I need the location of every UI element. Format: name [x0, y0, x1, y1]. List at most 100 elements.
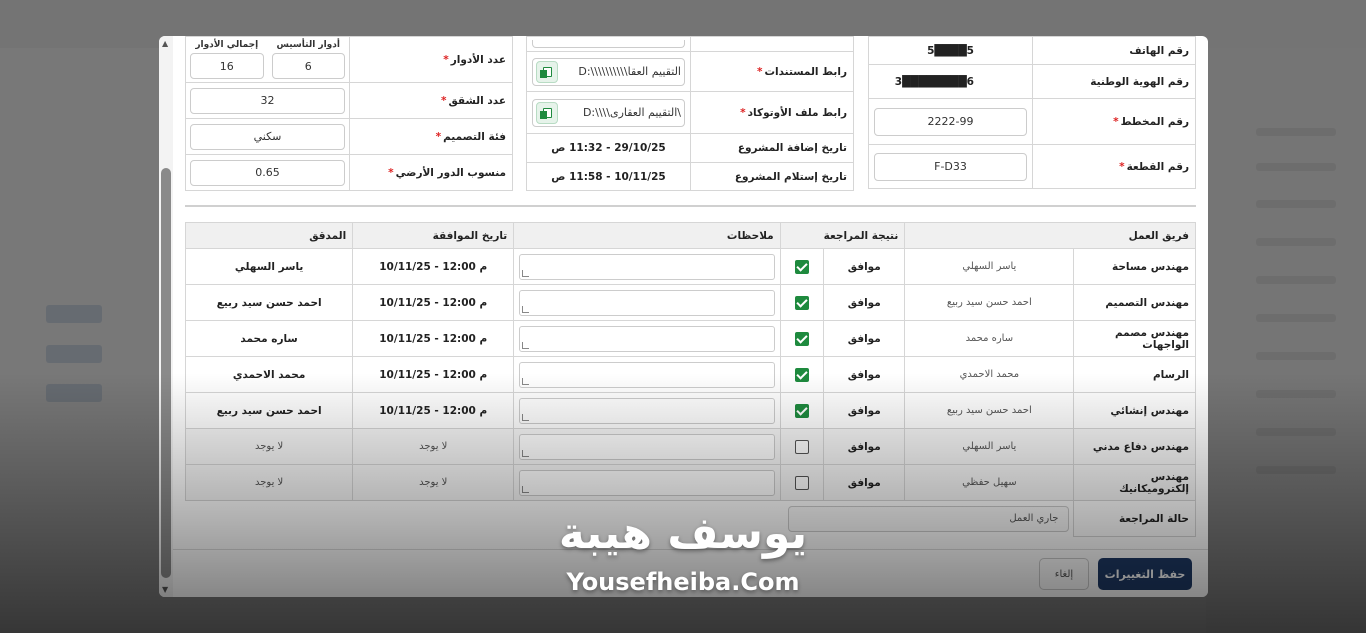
approval-date: 10/11/25 - 12:00 م: [352, 356, 515, 393]
team-role: مهندس إنشائي: [1073, 392, 1196, 429]
notes-textarea[interactable]: [519, 361, 775, 388]
approval-date: لا يوجد: [352, 428, 515, 465]
notes-textarea[interactable]: [519, 433, 775, 460]
received-date-value: 10/11/25 - 11:58 ص: [526, 162, 691, 191]
approval-checkbox[interactable]: [794, 295, 809, 310]
col-auditor: المدقق: [184, 222, 354, 249]
plot-number-label: رقم القطعة*: [1032, 144, 1196, 189]
scroll-up-arrow-icon[interactable]: ▲: [162, 39, 168, 48]
review-result: موافق: [823, 356, 906, 393]
review-result: موافق: [823, 428, 906, 465]
received-date-label: تاريخ إستلام المشروع: [690, 162, 854, 191]
notes-textarea[interactable]: [519, 397, 775, 424]
review-result: موافق: [823, 320, 906, 357]
approval-date: 10/11/25 - 12:00 م: [352, 284, 515, 321]
floors-label: عدد الأدوار*: [349, 36, 513, 83]
phone-value: 5████5: [868, 36, 1033, 65]
team-role: الرسام: [1073, 356, 1196, 393]
review-result: موافق: [823, 248, 906, 285]
plan-number-label: رقم المخطط*: [1032, 98, 1196, 145]
building-table: عدد الأدوار* أدوار التأسيس 6 إجمالي الأد…: [185, 36, 513, 191]
notes-textarea[interactable]: [519, 325, 775, 352]
team-member: احمد حسن سيد ربيع: [904, 392, 1075, 429]
watermark-english: Yousefheiba.Com: [566, 568, 800, 596]
review-row: مهندس إنشائي احمد حسن سيد ربيع موافق 10/11/…: [184, 392, 1196, 429]
team-member: محمد الاحمدي: [904, 356, 1075, 393]
docs-link-label: رابط المستندات*: [690, 51, 854, 92]
approval-checkbox[interactable]: [794, 475, 809, 490]
approval-checkbox[interactable]: [794, 259, 809, 274]
autocad-link-input[interactable]: D:\\\\التقييم العقارى\: [558, 106, 681, 119]
section-divider: [185, 205, 1196, 207]
copy-docs-link-button[interactable]: [536, 60, 558, 83]
copy-icon: [539, 107, 552, 119]
review-result: موافق: [823, 464, 906, 501]
review-row: مهندس مساحة ياسر السهلي موافق 10/11/25 - 12…: [184, 248, 1196, 285]
approval-date: 10/11/25 - 12:00 م: [352, 320, 515, 357]
total-floors-label: إجمالي الأدوار: [195, 40, 259, 50]
auditor-name: احمد حسن سيد ربيع: [184, 284, 354, 321]
auditor-name: احمد حسن سيد ربيع: [184, 392, 354, 429]
ground-level-label: منسوب الدور الأرضي*: [349, 154, 513, 191]
project-info-table: رقم الهاتف 5████5 رقم الهوية الوطنية 3██…: [868, 36, 1196, 189]
apartments-input[interactable]: 32: [190, 87, 345, 114]
review-result: موافق: [823, 392, 906, 429]
review-row: مهندس مصمم الواجهات ساره محمد موافق 10/11/2…: [184, 320, 1196, 357]
team-member: سهيل حفظي: [904, 464, 1075, 501]
col-notes: ملاحظات: [513, 222, 781, 249]
docs-link-input[interactable]: D:\\\\\\\\\\التقييم العقا: [558, 65, 681, 78]
approval-date: لا يوجد: [352, 464, 515, 501]
review-result: موافق: [823, 284, 906, 321]
ground-level-input[interactable]: 0.65: [190, 159, 345, 186]
col-team: فريق العمل: [904, 222, 1196, 249]
team-role: مهندس مساحة: [1073, 248, 1196, 285]
added-date-label: تاريخ إضافة المشروع: [690, 133, 854, 163]
approval-date: 10/11/25 - 12:00 م: [352, 248, 515, 285]
team-member: ياسر السهلي: [904, 428, 1075, 465]
team-member: احمد حسن سيد ربيع: [904, 284, 1075, 321]
documents-table: رابط المستندات* D:\\\\\\\\\\التقييم العق…: [526, 36, 854, 191]
review-row: مهندس دفاع مدني ياسر السهلي موافق لا يوجد لا…: [184, 428, 1196, 465]
design-class-select[interactable]: سكني: [190, 123, 345, 150]
col-approval-date: تاريخ الموافقة: [352, 222, 515, 249]
col-result: نتيجة المراجعة: [779, 222, 906, 249]
phone-label: رقم الهاتف: [1032, 36, 1196, 65]
auditor-name: محمد الاحمدي: [184, 356, 354, 393]
approval-checkbox[interactable]: [794, 367, 809, 382]
team-member: ياسر السهلي: [904, 248, 1075, 285]
notes-textarea[interactable]: [519, 469, 775, 496]
approval-checkbox[interactable]: [794, 439, 809, 454]
auditor-name: لا يوجد: [184, 428, 354, 465]
review-row: مهندس إلكتروميكانيك سهيل حفظي موافق لا يوجد…: [184, 464, 1196, 501]
foundation-floors-input[interactable]: 6: [271, 53, 345, 79]
added-date-value: 29/10/25 - 11:32 ص: [526, 133, 691, 163]
auditor-name: لا يوجد: [184, 464, 354, 501]
auditor-name: ياسر السهلي: [184, 248, 354, 285]
design-class-label: فئة التصميم*: [349, 118, 513, 155]
team-member: ساره محمد: [904, 320, 1075, 357]
review-row: الرسام محمد الاحمدي موافق 10/11/25 - 12:00 …: [184, 356, 1196, 393]
autocad-link-label: رابط ملف الأوتوكاد*: [690, 91, 854, 134]
plot-number-input[interactable]: F-D33: [874, 152, 1027, 181]
approval-date: 10/11/25 - 12:00 م: [352, 392, 515, 429]
team-role: مهندس إلكتروميكانيك: [1073, 464, 1196, 501]
team-role: مهندس دفاع مدني: [1073, 428, 1196, 465]
national-id-value: 3████████6: [868, 64, 1033, 99]
auditor-name: ساره محمد: [184, 320, 354, 357]
notes-textarea[interactable]: [519, 289, 775, 316]
total-floors-input[interactable]: 16: [190, 53, 264, 79]
approval-checkbox[interactable]: [794, 403, 809, 418]
watermark-arabic: يوسف هيبة: [558, 508, 808, 559]
team-role: مهندس مصمم الواجهات: [1073, 320, 1196, 357]
apartments-label: عدد الشقق*: [349, 82, 513, 119]
copy-autocad-link-button[interactable]: [536, 101, 558, 124]
review-table: فريق العمل نتيجة المراجعة ملاحظات تاريخ …: [184, 222, 1196, 537]
review-row: مهندس التصميم احمد حسن سيد ربيع موافق 10/11…: [184, 284, 1196, 321]
plan-number-input[interactable]: 2222-99: [874, 107, 1027, 136]
team-role: مهندس التصميم: [1073, 284, 1196, 321]
notes-textarea[interactable]: [519, 253, 775, 280]
national-id-label: رقم الهوية الوطنية: [1032, 64, 1196, 99]
approval-checkbox[interactable]: [794, 331, 809, 346]
foundation-floors-label: أدوار التأسيس: [276, 40, 340, 50]
copy-icon: [539, 66, 552, 78]
